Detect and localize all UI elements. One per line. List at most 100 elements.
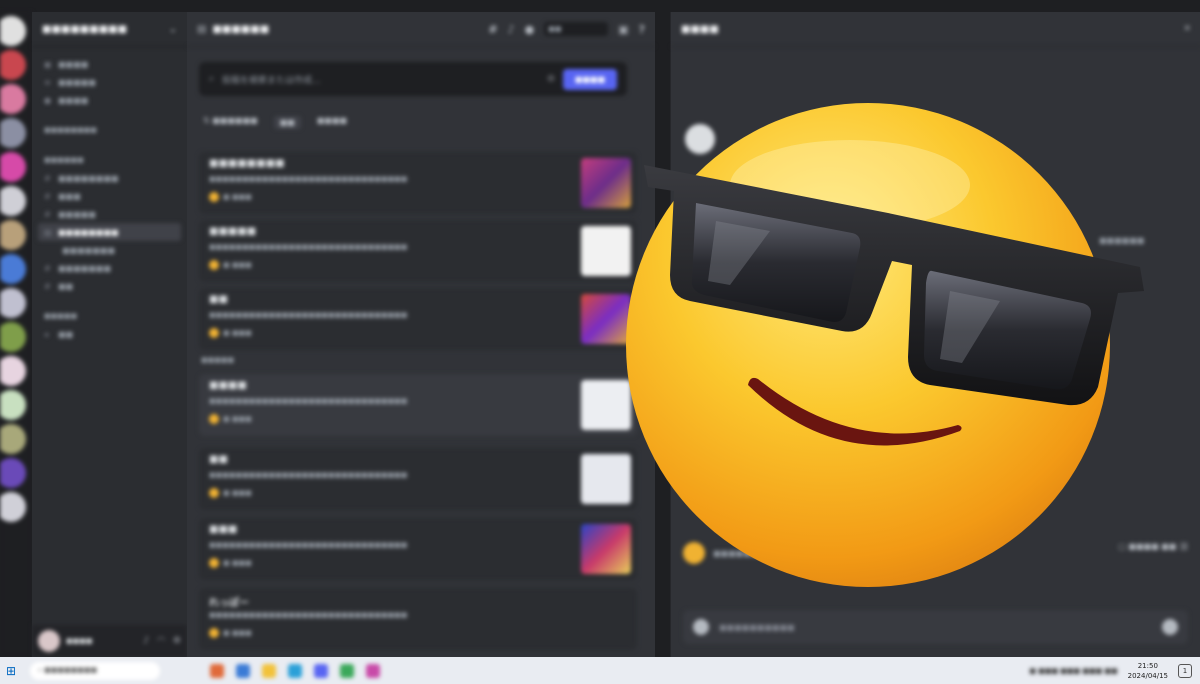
sunglasses-emoji-icon — [626, 103, 1144, 587]
category-header[interactable]: ■■■■■ — [32, 307, 187, 325]
taskbar-app-icon[interactable] — [236, 663, 250, 678]
post-snippet: ■■■■■■■■■■■■■■■■■■■■■■■■■■■■■■ — [209, 397, 408, 405]
server-icon[interactable] — [0, 50, 26, 80]
tag-filter[interactable]: ■■ — [273, 116, 301, 129]
server-icon[interactable] — [0, 356, 26, 386]
sidebar-channel[interactable]: # ■■■■■■■■ — [32, 169, 187, 187]
forum-post[interactable]: ■■ ■■■■■■■■■■■■■■■■■■■■■■■■■■■■■■ ■ ■■■ — [199, 448, 637, 510]
server-icon[interactable] — [0, 152, 26, 182]
taskbar-search[interactable]: ⌕ ■■■■■■■■ — [30, 661, 160, 680]
sidebar-channel[interactable]: # ■■■■■ — [32, 205, 187, 223]
server-icon[interactable] — [0, 458, 26, 488]
hash-icon: # — [44, 210, 51, 219]
post-meta: ■ ■■■ — [209, 628, 252, 638]
member-list-icon[interactable]: ● — [525, 23, 535, 36]
server-header[interactable]: ■■■■■■■■■ ⌄ — [32, 12, 187, 47]
taskbar-app-icon[interactable] — [262, 663, 276, 678]
search-placeholder: 投稿を検索または作成... — [222, 75, 321, 86]
windows-start-icon[interactable]: ⊞ — [6, 664, 20, 678]
post-search-input[interactable]: ⌕ 投稿を検索または作成... ⊙ ■■■■ — [199, 62, 627, 96]
taskbar-app-icon[interactable] — [340, 663, 354, 678]
people-icon: ● — [44, 96, 51, 105]
hash-icon: # — [44, 192, 51, 201]
server-icon[interactable] — [0, 84, 26, 114]
server-rail[interactable] — [0, 12, 32, 657]
sidebar-item-members[interactable]: ● ■■■■ — [32, 91, 187, 109]
sidebar-thread[interactable]: ■■■■■■■ — [32, 241, 187, 259]
server-icon[interactable] — [0, 220, 26, 250]
hash-icon: # — [44, 174, 51, 183]
post-meta: ■ ■■■ — [209, 192, 252, 202]
forum-post[interactable]: ■■■■ ■■■■■■■■■■■■■■■■■■■■■■■■■■■■■■ ■ ■■… — [199, 374, 637, 436]
hash-icon: # — [44, 282, 51, 291]
taskbar-app-icon[interactable] — [314, 663, 328, 678]
category-header[interactable]: ■■■■■■ — [32, 151, 187, 169]
sidebar-channel-active[interactable]: ▤ ■■■■■■■■ — [38, 223, 181, 241]
header-search-input[interactable]: ■■ — [544, 22, 609, 36]
channel-sidebar: ■■■■■■■■■ ⌄ ▣ ■■■■ ≡ ■■■■■ ● ■■■■ ■■■■■■■■ … — [32, 12, 187, 657]
add-attachment-icon[interactable] — [693, 619, 709, 635]
clock[interactable]: 21:50 2024/04/15 — [1128, 661, 1168, 681]
user-panel: ■■■■ ♪ ◠ ⚙ — [32, 625, 187, 657]
microphone-icon[interactable]: ♪ — [143, 636, 149, 646]
bell-icon[interactable]: ♪ — [508, 23, 515, 36]
post-snippet: ■■■■■■■■■■■■■■■■■■■■■■■■■■■■■■ — [209, 243, 408, 251]
taskbar-app-icon[interactable] — [210, 663, 224, 678]
server-icon[interactable] — [0, 390, 26, 420]
sidebar-item-browse[interactable]: ≡ ■■■■■ — [32, 73, 187, 91]
server-icon[interactable] — [0, 16, 26, 46]
new-post-button[interactable]: ■■■■ — [562, 68, 617, 90]
forum-post[interactable]: ■■■■■ ■■■■■■■■■■■■■■■■■■■■■■■■■■■■■■ ■ ■… — [199, 220, 637, 282]
post-meta: ■ ■■■ — [209, 414, 252, 424]
server-icon[interactable] — [0, 118, 26, 148]
emoji-picker-icon[interactable] — [1162, 619, 1178, 635]
gear-icon[interactable]: ⚙ — [173, 636, 181, 646]
tray-icons[interactable]: ■ ■■■ ■■■ ■■■ ■■ — [1029, 667, 1117, 675]
forum-post[interactable]: ■■ ■■■■■■■■■■■■■■■■■■■■■■■■■■■■■■ ■ ■■■ — [199, 288, 637, 350]
sidebar-channel[interactable]: # ■■■ — [32, 187, 187, 205]
reaction-emoji-icon — [209, 558, 219, 568]
server-icon[interactable] — [0, 254, 26, 284]
post-snippet: ■■■■■■■■■■■■■■■■■■■■■■■■■■■■■■ — [209, 311, 408, 319]
forum-post[interactable]: ■■■ ■■■■■■■■■■■■■■■■■■■■■■■■■■■■■■ ■ ■■■ — [199, 518, 637, 580]
list-icon: ≡ — [44, 78, 51, 87]
post-title: ■■■■■■■■ — [209, 158, 285, 169]
avatar[interactable] — [38, 630, 60, 652]
threads-icon[interactable]: # — [488, 23, 497, 36]
forum-post[interactable]: れっぽー ■■■■■■■■■■■■■■■■■■■■■■■■■■■■■■ ■ ■■… — [199, 588, 637, 650]
sidebar-channel[interactable]: # ■■■■■■■ — [32, 259, 187, 277]
forum-icon: ▤ — [44, 228, 52, 237]
category-header[interactable]: ■■■■■■■■ — [32, 121, 187, 139]
sidebar-channel[interactable]: # ■■ — [32, 277, 187, 295]
server-icon[interactable] — [0, 322, 26, 352]
chevron-down-icon[interactable]: ⌄ — [169, 24, 177, 35]
layout-toggle[interactable]: ■■■■ — [317, 116, 347, 129]
server-icon[interactable] — [0, 186, 26, 216]
post-title: ■■ — [209, 454, 228, 465]
headphones-icon[interactable]: ◠ — [157, 636, 165, 646]
server-icon[interactable] — [0, 424, 26, 454]
message-input[interactable]: ■■■■■■■■■■ — [683, 610, 1188, 644]
sidebar-item-events[interactable]: ▣ ■■■■ — [32, 55, 187, 73]
help-icon[interactable]: ? — [639, 23, 645, 36]
post-title: ■■■■■ — [209, 226, 257, 237]
sort-bar: ⇅ ■■■■■■ ■■ ■■■■ — [203, 116, 347, 129]
taskbar-app-icon[interactable] — [288, 663, 302, 678]
channel-name: ■■■■■■ — [212, 23, 270, 35]
forum-header: ▤ ■■■■■■ # ♪ ● ■■ ▣ ? — [187, 12, 655, 47]
thread-header: ■■■■ ✕ — [671, 12, 1200, 47]
post-meta: ■ ■■■ — [209, 488, 252, 498]
server-icon[interactable] — [0, 492, 26, 522]
server-icon[interactable] — [0, 288, 26, 318]
post-snippet: ■■■■■■■■■■■■■■■■■■■■■■■■■■■■■■ — [209, 471, 408, 479]
sidebar-voice-channel[interactable]: ◂ ■■ — [32, 325, 187, 343]
forum-post[interactable]: ■■■■■■■■ ■■■■■■■■■■■■■■■■■■■■■■■■■■■■■■ … — [199, 152, 637, 214]
filter-icon[interactable]: ⊙ — [547, 74, 555, 84]
close-icon[interactable]: ✕ — [1183, 24, 1191, 34]
notification-icon[interactable]: 1 — [1178, 663, 1192, 678]
post-title: ■■■■ — [209, 380, 247, 391]
inbox-icon[interactable]: ▣ — [618, 23, 628, 36]
taskbar-app-icon[interactable] — [366, 663, 380, 678]
post-snippet: ■■■■■■■■■■■■■■■■■■■■■■■■■■■■■■ — [209, 541, 408, 549]
sort-dropdown[interactable]: ⇅ ■■■■■■ — [203, 116, 258, 129]
